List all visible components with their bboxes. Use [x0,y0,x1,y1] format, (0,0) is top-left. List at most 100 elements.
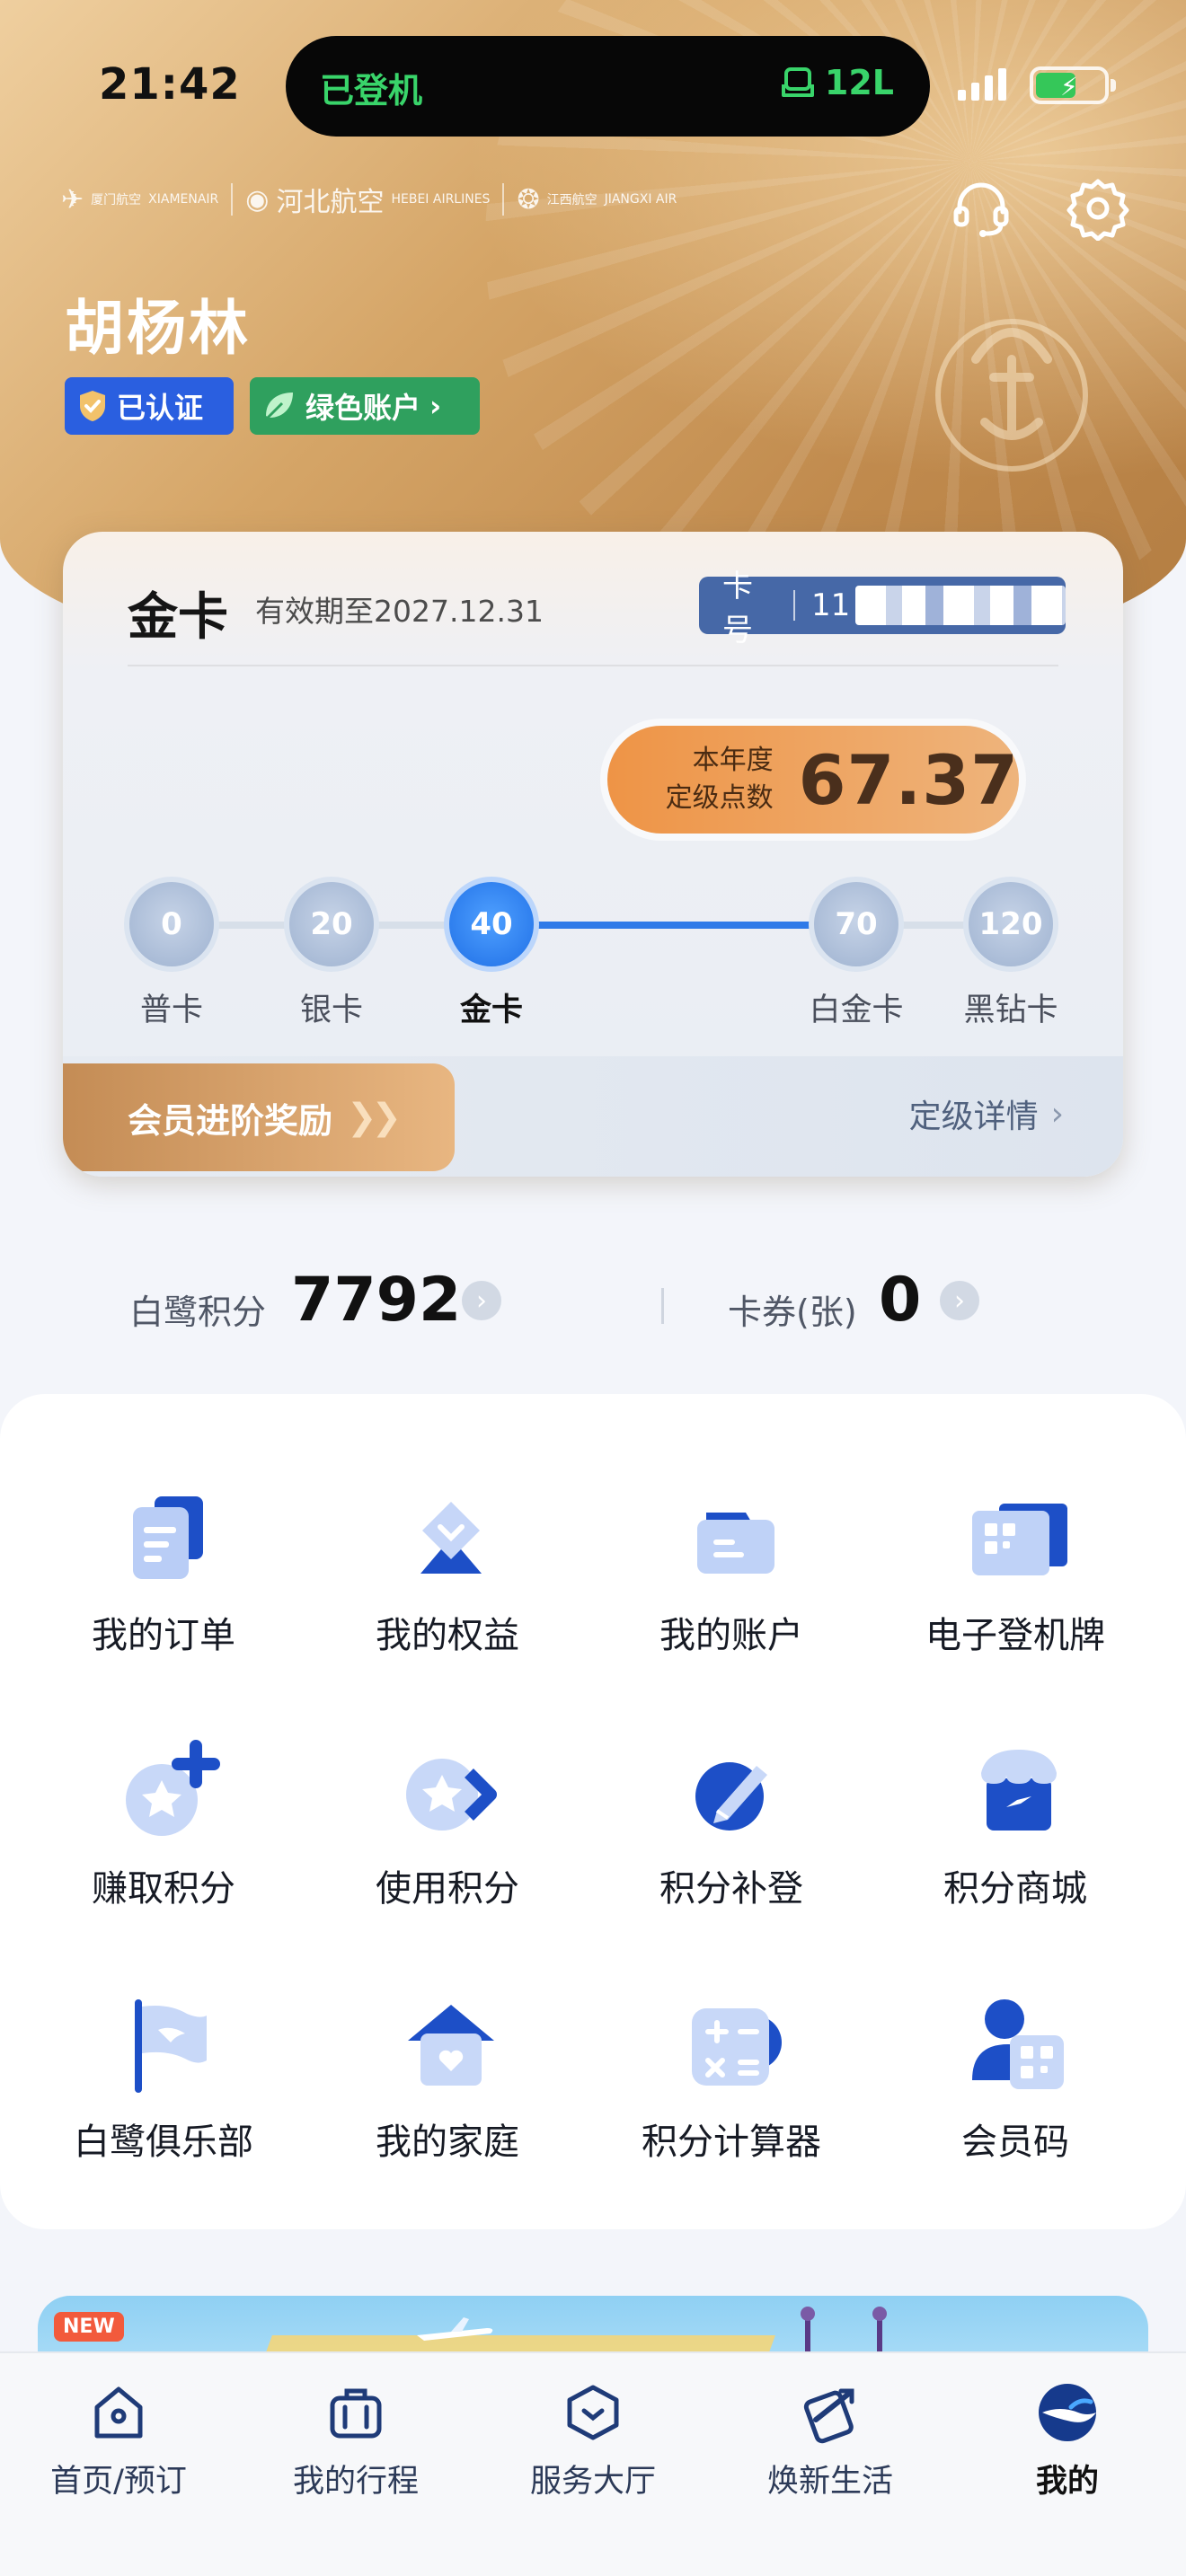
luggage-icon [330,2388,382,2439]
user-name: 胡杨林 [65,294,251,363]
card-number-label: 卡号 [722,569,753,648]
dynamic-island[interactable]: 已登机 12L [286,36,930,137]
chevron-right-icon[interactable]: › [940,1281,979,1320]
level-name-regular: 普卡 [139,992,203,1028]
use-points-icon [406,1759,497,1831]
gate-info: 12L [780,63,894,102]
chevron-right-icon: › [429,389,442,423]
egret-points-value[interactable]: 7792 [291,1265,461,1336]
feature-my-family[interactable]: 我的家庭 [313,1990,582,2206]
level-node-20: 20 [284,877,379,972]
boarding-pass-icon [972,1504,1067,1575]
hebei-logo-icon: ◉ [245,183,270,216]
card-tier: 金卡 [128,588,228,647]
tab-label: 首页/预订 [50,2464,187,2500]
feature-label: 赚取积分 [92,1868,235,1910]
level-node-0: 0 [124,877,219,972]
qualifying-points-value: 67.37 [798,739,1019,820]
member-code-icon [972,1999,1064,2089]
feature-earn-points[interactable]: 赚取积分 [29,1737,298,1953]
feature-label: 会员码 [961,2122,1069,2163]
feature-e-boarding-pass[interactable]: 电子登机牌 [881,1484,1150,1699]
home-icon [94,2386,143,2439]
cellular-signal-icon [958,68,1006,101]
gear-icon[interactable] [1066,176,1130,241]
lifestyle-icon [803,2388,854,2444]
tab-mine[interactable]: 我的 [949,2369,1186,2500]
feature-label: 电子登机牌 [925,1615,1105,1656]
tab-service-hall[interactable]: 服务大厅 [474,2369,712,2500]
points-label-line2: 定级点数 [665,782,774,814]
tab-label: 我的 [1035,2464,1099,2500]
green-account-badge[interactable]: 绿色账户 › [250,377,480,435]
level-node-120: 120 [963,877,1058,972]
coupons-label: 卡券(张) [728,1292,857,1332]
new-tag: NEW [54,2312,124,2342]
feature-member-code[interactable]: 会员码 [881,1990,1150,2206]
verified-label: 已认证 [117,391,204,425]
membership-card[interactable]: 金卡 有效期至2027.12.31 卡号 11 本年度 定级点数 67.37 0… [63,532,1123,1177]
feature-label: 我的家庭 [376,2122,519,2163]
airline-logos: ✈ 厦门航空 XIAMENAIR ◉ 河北航空 HEBEI AIRLINES ❂… [61,180,677,219]
service-hall-icon [567,2385,619,2440]
tab-home[interactable]: 首页/预订 [0,2369,237,2500]
airplane-icon [417,2317,493,2341]
tab-lifestyle[interactable]: 焕新生活 [712,2369,949,2500]
feature-points-mall[interactable]: 积分商城 [881,1737,1150,1953]
feature-label: 我的账户 [659,1615,803,1656]
level-name-platinum: 白金卡 [809,992,904,1028]
wallet-icon [697,1513,774,1574]
jiangxi-logo-icon: ❂ [517,183,540,216]
qualifying-points-pill: 本年度 定级点数 67.37 [600,719,1026,841]
detail-label: 定级详情 [908,1098,1039,1135]
feature-label: 积分计算器 [642,2122,821,2163]
card-number[interactable]: 卡号 11 [699,569,1066,648]
tab-my-trips[interactable]: 我的行程 [237,2369,474,2500]
card-number-prefix: 11 [810,587,851,623]
gate-text: 12L [824,63,894,102]
level-detail-link[interactable]: 定级详情 › [909,1090,1064,1137]
order-icon [133,1496,203,1579]
headset-icon[interactable] [949,176,1013,241]
diamond-icon [420,1502,482,1574]
level-node-70: 70 [809,877,904,972]
feature-my-benefits[interactable]: 我的权益 [313,1484,582,1699]
feature-points-claim[interactable]: 积分补登 [597,1737,866,1953]
feature-label: 我的订单 [92,1615,235,1656]
feature-my-account[interactable]: 我的账户 [597,1484,866,1699]
status-time: 21:42 [99,59,241,110]
shield-check-icon [80,391,105,421]
leaf-icon [264,393,293,421]
tab-label: 服务大厅 [529,2464,656,2500]
feature-label: 我的权益 [376,1615,519,1656]
points-summary: 白鹭积分 7792 › 卡券(张) 0 › [0,1257,1186,1347]
egret-points-label: 白鹭积分 [129,1292,267,1332]
decorative-seal-icon [935,319,1088,472]
level-progress-active [491,922,855,929]
member-upgrade-reward-button[interactable]: 会员进阶奖励 ❯❯ [63,1063,455,1171]
feature-my-orders[interactable]: 我的订单 [29,1484,298,1699]
level-name-silver: 银卡 [299,992,363,1028]
reward-label: 会员进阶奖励 [128,1100,333,1141]
feature-points-calculator[interactable]: 积分计算器 [597,1990,866,2206]
family-home-icon [408,2005,494,2086]
level-name-gold: 金卡 [459,992,523,1028]
seat-icon [781,67,814,97]
feature-label: 积分商城 [943,1868,1087,1910]
feature-egret-club[interactable]: 白鹭俱乐部 [29,1990,298,2206]
tab-label: 焕新生活 [766,2464,893,2500]
level-node-40: 40 [444,877,539,972]
chevron-right-icon[interactable]: › [462,1281,501,1320]
points-label-line1: 本年度 [692,745,774,776]
card-number-masked [855,586,1066,625]
bottom-tab-bar: 首页/预订 我的行程 服务大厅 焕新生活 我的 [0,2351,1186,2576]
coupons-value[interactable]: 0 [879,1265,921,1336]
green-account-label: 绿色账户 [305,391,421,425]
feature-use-points[interactable]: 使用积分 [313,1737,582,1953]
xiamen-air-logo: ✈ 厦门航空 XIAMENAIR [61,183,219,216]
chevron-right-icon: › [1050,1095,1064,1133]
hebei-airlines-logo: ◉ 河北航空 HEBEI AIRLINES [245,183,491,219]
verified-badge[interactable]: 已认证 [65,377,234,435]
double-chevron-icon: ❯❯ [347,1097,402,1138]
egret-logo-icon [1039,2384,1096,2441]
